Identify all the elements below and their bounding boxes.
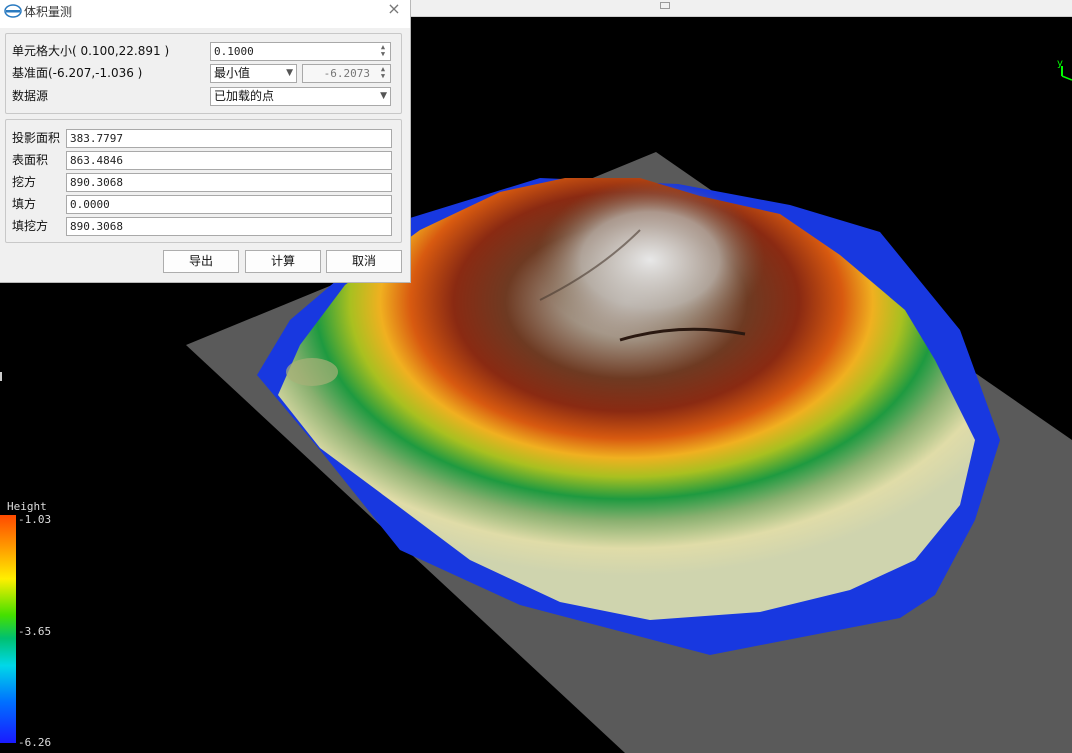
spinner-icon[interactable]: ▲ ▼ (378, 66, 388, 81)
surface-area-label: 表面积 (12, 153, 49, 167)
cancel-button[interactable]: 取消 (326, 250, 402, 273)
net-volume-label: 填挖方 (12, 219, 49, 233)
dialog-titlebar[interactable]: 体积量测 × (0, 0, 410, 28)
data-source-select[interactable]: 已加载的点 ▼ (210, 87, 391, 106)
cut-volume-label: 挖方 (12, 175, 37, 189)
fill-volume-field[interactable]: 0.0000 (66, 195, 392, 214)
close-icon: × (387, 0, 401, 18)
spinner-icon[interactable]: ▲ ▼ (378, 44, 388, 59)
chevron-down-icon: ▼ (286, 68, 293, 78)
cut-volume-field[interactable]: 890.3068 (66, 173, 392, 192)
surface-area-field[interactable]: 863.4846 (66, 151, 392, 170)
dialog-title: 体积量测 (24, 5, 73, 19)
background-window-strip (410, 0, 1072, 17)
data-source-label: 数据源 (12, 89, 49, 103)
chevron-down-icon: ▼ (380, 91, 387, 101)
volume-measure-dialog: 体积量测 × 单元格大小( 0.100,22.891 ) 0.1000 ▲ ▼ 基… (0, 0, 411, 283)
axis-y-label: y (1057, 58, 1063, 69)
legend-title: Height (7, 500, 47, 513)
terrain-peak (535, 180, 765, 340)
projected-area-label: 投影面积 (12, 131, 61, 145)
base-mode-select[interactable]: 最小值 ▼ (210, 64, 297, 83)
app-logo-icon (4, 4, 22, 18)
legend-max-label: -1.03 (18, 513, 52, 526)
axis-gizmo (1061, 66, 1072, 81)
terrain-pool (286, 358, 338, 386)
window-mark (660, 2, 670, 9)
side-tick (0, 372, 2, 381)
close-button[interactable]: × (382, 0, 406, 20)
base-plane-label: 基准面(-6.207,-1.036 ) (12, 66, 143, 80)
cell-size-input[interactable]: 0.1000 ▲ ▼ (210, 42, 391, 61)
export-button[interactable]: 导出 (163, 250, 239, 273)
legend-mid-label: -3.65 (18, 625, 52, 638)
legend-min-label: -6.26 (18, 736, 52, 749)
cell-size-label: 单元格大小( 0.100,22.891 ) (12, 44, 170, 58)
net-volume-field[interactable]: 890.3068 (66, 217, 392, 236)
height-color-bar (0, 515, 16, 743)
projected-area-field[interactable]: 383.7797 (66, 129, 392, 148)
fill-volume-label: 填方 (12, 197, 37, 211)
base-value-input[interactable]: -6.2073 ▲ ▼ (302, 64, 391, 83)
compute-button[interactable]: 计算 (245, 250, 321, 273)
